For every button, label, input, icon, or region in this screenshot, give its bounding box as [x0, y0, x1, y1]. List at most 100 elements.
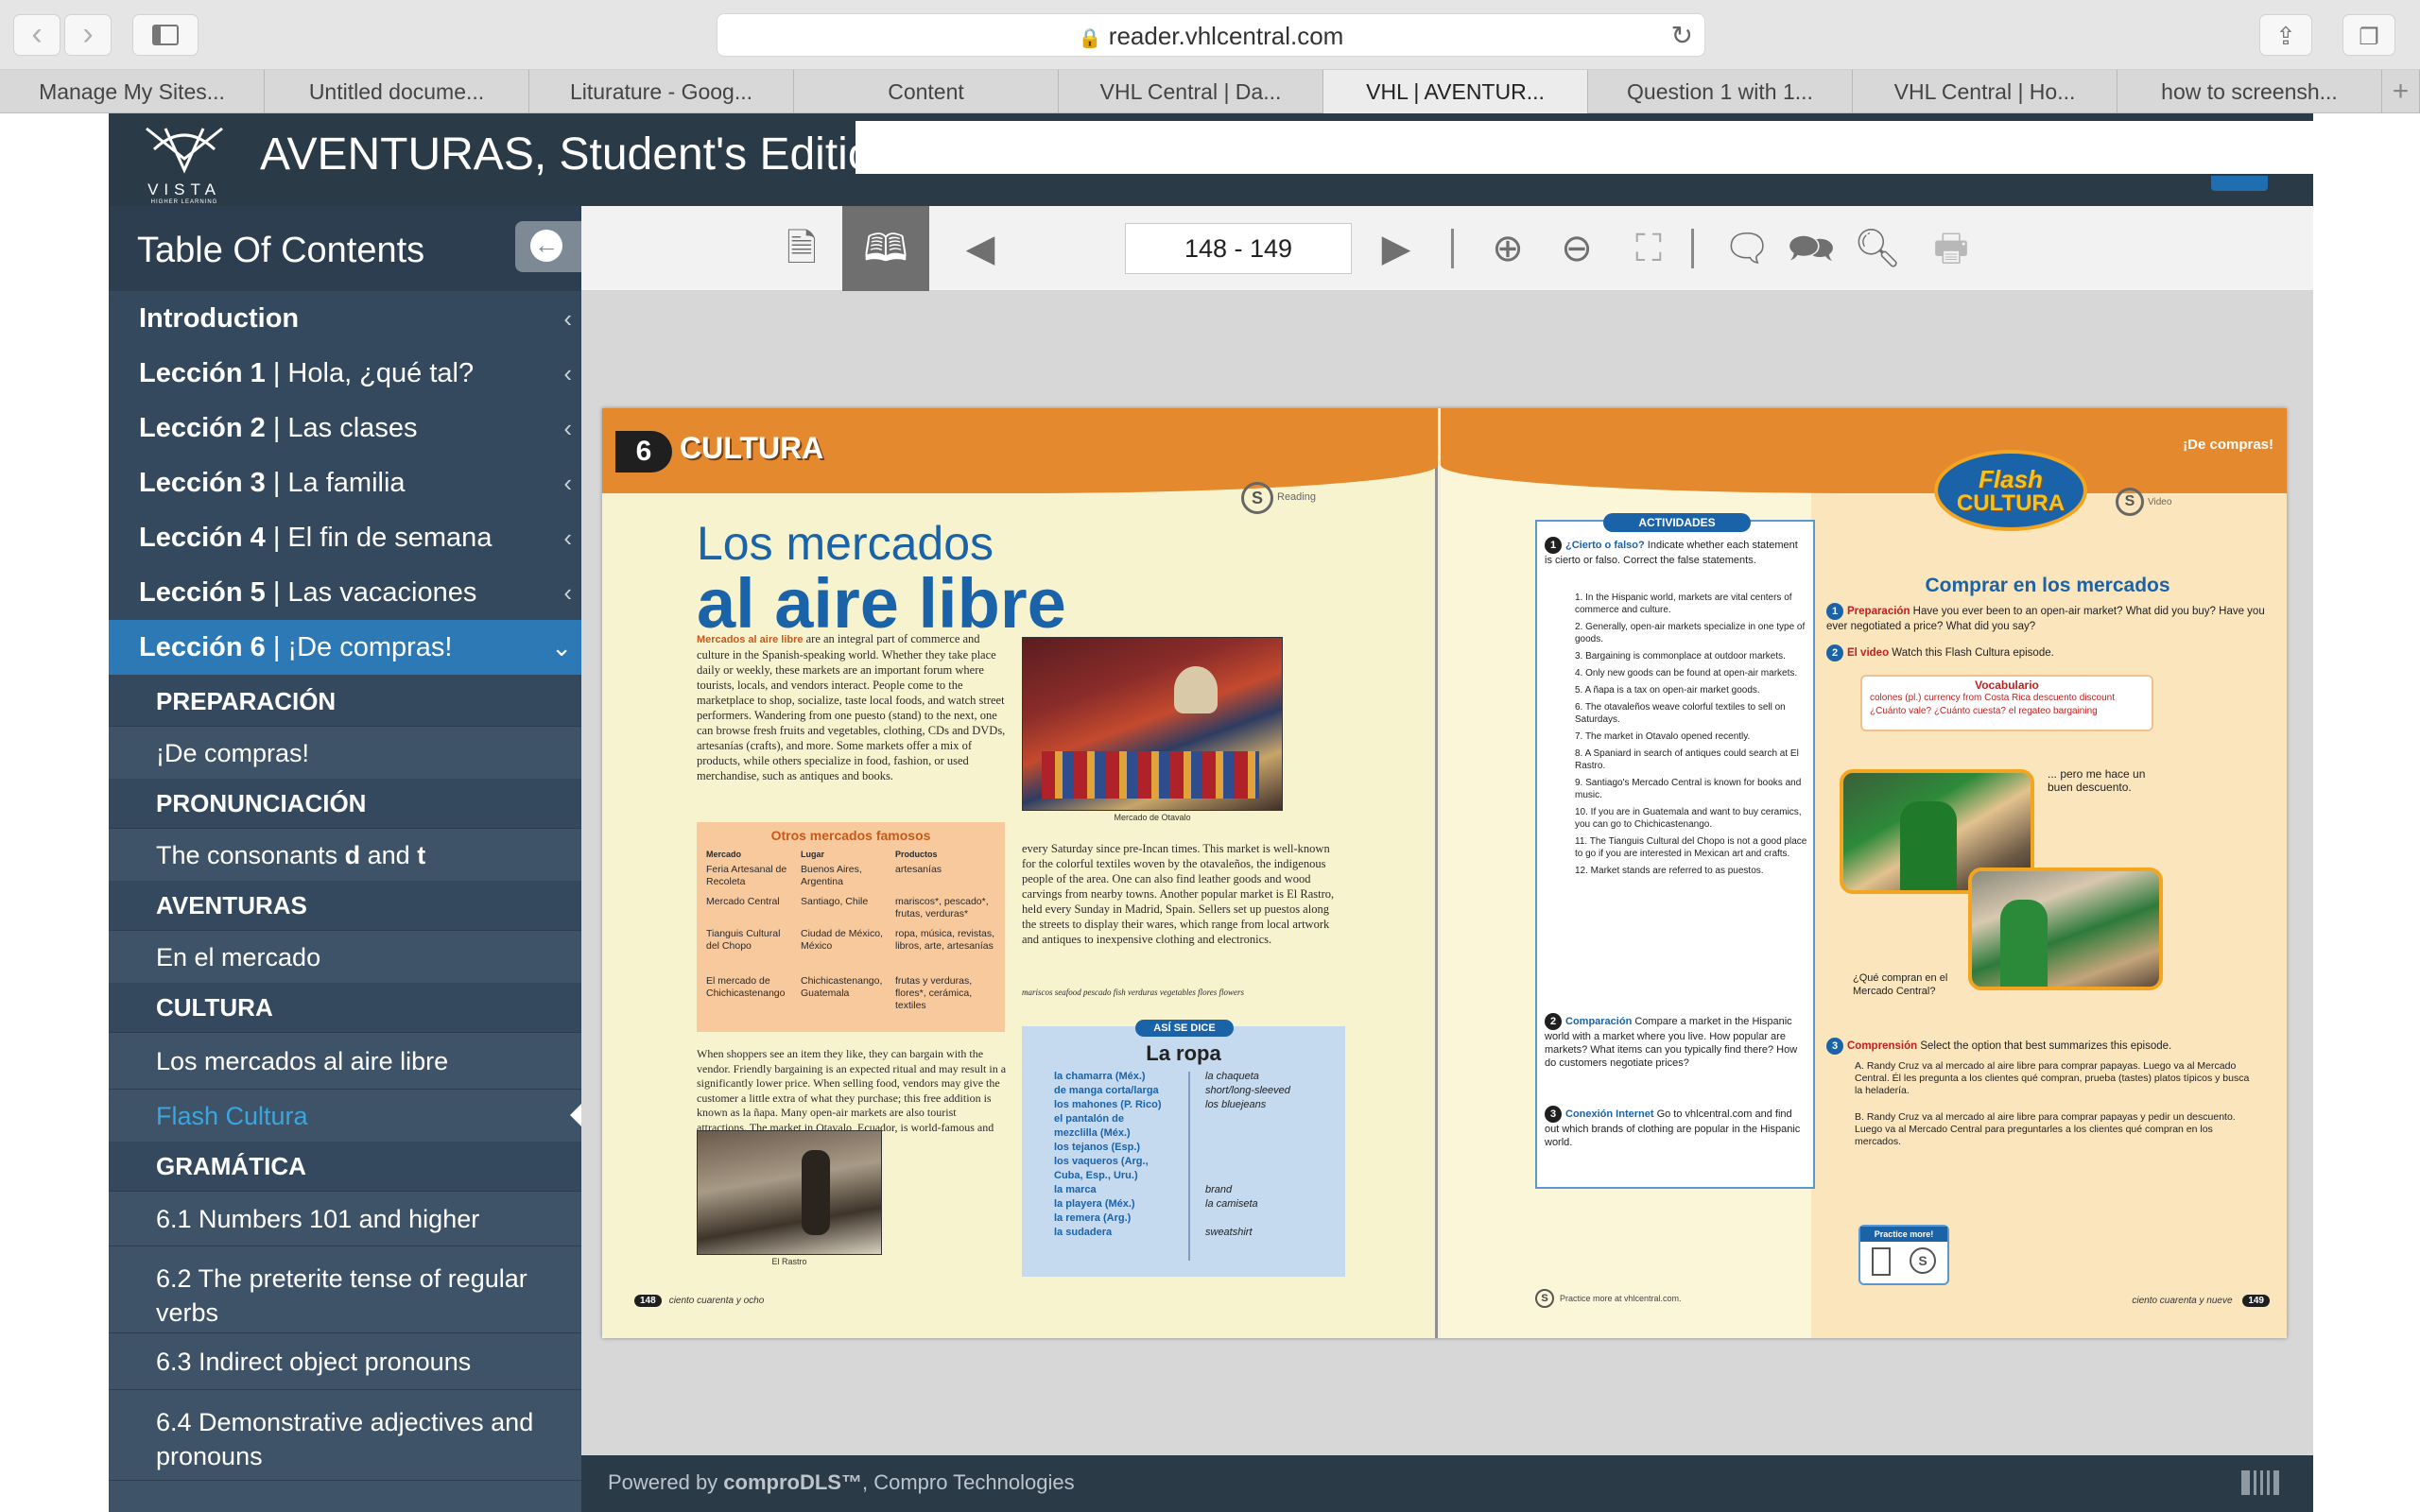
selected-item-caret: [570, 1104, 581, 1126]
address-bar[interactable]: 🔒 reader.vhlcentral.com ↻: [717, 13, 1705, 57]
toc-item-preterite[interactable]: 6.2 The preterite tense of regular verbs: [109, 1246, 581, 1332]
photo-figure: [1174, 666, 1218, 713]
collapse-toc-button[interactable]: ←: [515, 221, 581, 272]
chapter-label: Lección 6: [139, 632, 266, 662]
tab-question[interactable]: Question 1 with 1...: [1588, 70, 1853, 113]
share-button[interactable]: ⇪: [2259, 14, 2312, 56]
zoom-in-button[interactable]: ⊕: [1475, 206, 1541, 291]
double-page-view-button[interactable]: 🕮: [842, 206, 929, 291]
next-page-button[interactable]: ▶: [1368, 206, 1425, 291]
reload-icon[interactable]: ↻: [1671, 20, 1693, 51]
notes-list-button[interactable]: 🗪: [1778, 206, 1844, 291]
barcode-icon[interactable]: [2241, 1470, 2279, 1495]
chevron-left-icon: ‹: [563, 524, 572, 552]
page-viewer[interactable]: 6 CULTURA S Reading Los mercados al aire…: [581, 291, 2313, 1455]
toc-chapter-leccion-4[interactable]: Lección 4 | El fin de semana ‹: [109, 510, 581, 565]
tab-screenshot[interactable]: how to screensh...: [2118, 70, 2382, 113]
section-title: CULTURA: [680, 431, 824, 465]
statement: 6. The otavaleños weave colorful textile…: [1575, 702, 1786, 725]
new-tab-button[interactable]: +: [2382, 70, 2420, 113]
toc-chapter-leccion-3[interactable]: Lección 3 | La familia ‹: [109, 455, 581, 510]
page-number-input[interactable]: 148 - 149: [1125, 223, 1352, 274]
logo-subtext: HIGHER LEARNING: [150, 199, 218, 205]
flash-cultura-title: Comprar en los mercados: [1925, 575, 2170, 596]
practice-more-title: Practice more!: [1860, 1227, 1947, 1242]
table-cell: artesanías: [895, 864, 942, 875]
search-button[interactable]: 🔍︎: [1844, 206, 1910, 291]
toc-item-flash-cultura[interactable]: Flash Cultura: [109, 1089, 581, 1142]
item-text: and: [360, 841, 418, 869]
practice-footer-text: Practice more at vhlcentral.com.: [1560, 1294, 1682, 1303]
table-header: Productos: [895, 850, 938, 859]
single-page-icon: 🗎: [786, 228, 818, 269]
toc-chapter-introduction[interactable]: Introduction ‹: [109, 291, 581, 346]
page-number: 149: [2242, 1295, 2270, 1307]
toc-item-demonstrative[interactable]: 6.4 Demonstrative adjectives and pronoun…: [109, 1389, 581, 1480]
tab-bar: Manage My Sites... Untitled docume... Li…: [0, 70, 2420, 113]
toc-item-en-el-mercado[interactable]: En el mercado: [109, 930, 581, 983]
printer-icon: 🖶: [1933, 228, 1969, 269]
video-still-2[interactable]: [1968, 868, 2163, 990]
tab-untitled-doc[interactable]: Untitled docume...: [265, 70, 529, 113]
header-menu-button[interactable]: [2211, 176, 2268, 191]
toc-chapter-leccion-1[interactable]: Lección 1 | Hola, ¿qué tal? ‹: [109, 346, 581, 401]
activity-number-3: 3: [1545, 1106, 1562, 1123]
toc-chapter-leccion-5[interactable]: Lección 5 | Las vacaciones ‹: [109, 565, 581, 620]
toc-chapter-leccion-2[interactable]: Lección 2 | Las clases ‹: [109, 401, 581, 455]
statement: 10. If you are in Guatemala and want to …: [1575, 807, 1802, 830]
app-footer: Powered by comproDLS™, Compro Technologi…: [581, 1455, 2313, 1512]
video-icon[interactable]: S: [2116, 488, 2144, 516]
zoom-out-button[interactable]: ⊖: [1544, 206, 1610, 291]
chevron-left-icon: ‹: [563, 578, 572, 607]
chapter-title: | Las vacaciones: [265, 577, 477, 608]
toc-item-mercados-aire-libre[interactable]: Los mercados al aire libre: [109, 1032, 581, 1089]
tab-vhl-dashboard[interactable]: VHL Central | Da...: [1059, 70, 1323, 113]
practice-more-box[interactable]: Practice more! S: [1858, 1225, 1949, 1285]
toc-item-more[interactable]: [109, 1480, 581, 1512]
photo-textiles: [1042, 751, 1259, 799]
book-title: AVENTURAS, Student's Edition: [260, 129, 899, 180]
chapter-label: Lección 2: [139, 413, 266, 443]
vocab-list: colones (pl.) currency from Costa Rica d…: [1870, 693, 2116, 716]
header-search-area: [856, 121, 2313, 174]
flash-vocab-box: Vocabulario colones (pl.) currency from …: [1860, 675, 2153, 731]
toc-section-cultura: CULTURA: [156, 993, 273, 1022]
table-title: Otros mercados famosos: [770, 828, 931, 843]
chapter-title: | ¡De compras!: [265, 632, 453, 662]
fit-page-button[interactable]: ⛶: [1616, 206, 1682, 291]
back-button[interactable]: ‹: [13, 14, 60, 56]
sidebar-toggle-button[interactable]: [132, 14, 199, 56]
tab-vhl-aventuras[interactable]: VHL | AVENTUR...: [1323, 70, 1588, 113]
toolbar-divider: [1691, 229, 1694, 268]
forward-button[interactable]: ›: [64, 14, 112, 56]
tab-liturature[interactable]: Liturature - Goog...: [529, 70, 794, 113]
tab-manage-sites[interactable]: Manage My Sites...: [0, 70, 265, 113]
chapter-title: | Hola, ¿qué tal?: [265, 358, 475, 388]
toolbar-divider: [1451, 229, 1454, 268]
tab-content[interactable]: Content: [794, 70, 1059, 113]
tab-vhl-home[interactable]: VHL Central | Ho...: [1853, 70, 2118, 113]
workbook-icon: [1872, 1247, 1891, 1276]
article-column-2: every Saturday since pre-Incan times. Th…: [1022, 842, 1335, 946]
previous-page-button[interactable]: ◀: [952, 206, 1009, 291]
add-note-button[interactable]: 🗨: [1714, 206, 1780, 291]
chapter-title: | El fin de semana: [265, 523, 493, 553]
page-words: ciento cuarenta y ocho: [668, 1296, 765, 1306]
reading-icon[interactable]: S: [1241, 482, 1273, 514]
activity-number-1: 1: [1545, 537, 1562, 554]
step-number-3: 3: [1826, 1038, 1843, 1055]
tabs-overview-button[interactable]: ❐: [2342, 14, 2395, 56]
chevron-left-icon: ‹: [563, 359, 572, 387]
video-caption-2: ¿Qué compran en el Mercado Central?: [1853, 972, 1948, 997]
toc-item-indirect-object[interactable]: 6.3 Indirect object pronouns: [109, 1332, 581, 1389]
print-button[interactable]: 🖶: [1918, 206, 1984, 291]
vocab-divider: [1188, 1072, 1190, 1261]
toc-chapter-leccion-6[interactable]: Lección 6 | ¡De compras! ⌄: [109, 620, 581, 675]
table-cell: mariscos*, pescado*, frutas, verduras*: [895, 896, 989, 919]
table-cell: El mercado de Chichicastenango: [706, 975, 786, 999]
toc-item-numbers[interactable]: 6.1 Numbers 101 and higher: [109, 1191, 581, 1246]
lock-icon: 🔒: [1078, 28, 1102, 49]
toc-item-consonants[interactable]: The consonants d and t: [109, 828, 581, 881]
single-page-view-button[interactable]: 🗎: [769, 206, 835, 291]
toc-item-de-compras[interactable]: ¡De compras!: [109, 726, 581, 779]
